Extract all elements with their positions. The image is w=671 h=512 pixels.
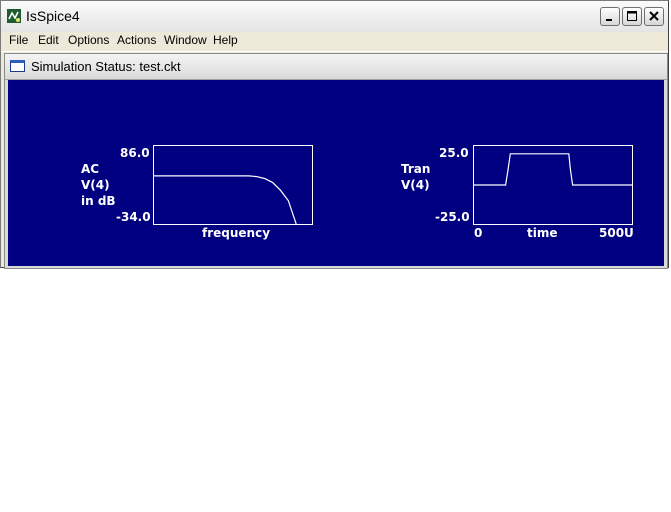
ac-label-line2: V(4) (81, 178, 110, 192)
ac-label-line1: AC (81, 162, 100, 176)
isspice-app-icon[interactable] (7, 9, 21, 23)
close-button[interactable] (644, 7, 664, 26)
maximize-button[interactable] (622, 7, 642, 26)
child-title-bar[interactable]: Simulation Status: test.ckt (5, 54, 667, 80)
menu-options[interactable]: Options (68, 33, 109, 47)
simulation-status-title: Simulation Status: test.ckt (31, 59, 181, 74)
tran-x-start: 0 (474, 226, 483, 240)
tran-y-max: 25.0 (439, 146, 469, 160)
tran-label-line1: Tran (401, 162, 431, 176)
ac-y-min: -34.0 (116, 210, 151, 224)
tran-x-end: 500U (599, 226, 634, 240)
minimize-icon (606, 19, 612, 21)
tran-plot (473, 145, 633, 225)
ac-plot (153, 145, 313, 225)
tran-trace (474, 153, 632, 186)
maximize-icon (627, 11, 637, 21)
status-panel: AC V(4) in dB 86.0 -34.0 frequency Tran … (8, 80, 664, 266)
tran-plot-area (474, 153, 632, 186)
tran-label-line2: V(4) (401, 178, 430, 192)
title-bar[interactable]: IsSpice4 (1, 1, 668, 33)
window-title: IsSpice4 (26, 8, 80, 24)
menu-file[interactable]: File (9, 33, 28, 47)
close-icon (649, 11, 659, 21)
ac-label-line3: in dB (81, 194, 116, 208)
menu-actions[interactable]: Actions (117, 33, 156, 47)
tran-x-label: time (527, 226, 558, 240)
menu-window[interactable]: Window (164, 33, 207, 47)
app-window: IsSpice4 File Edit Options Actions Windo… (0, 0, 669, 269)
menu-bar: File Edit Options Actions Window Help (1, 32, 668, 52)
ac-x-label: frequency (202, 226, 271, 240)
simulation-status-window: Simulation Status: test.ckt AC V(4) in d… (4, 53, 668, 269)
minimize-button[interactable] (600, 7, 620, 26)
ac-plot-area (154, 175, 297, 224)
ac-trace (154, 175, 297, 224)
menu-edit[interactable]: Edit (38, 33, 59, 47)
window-icon[interactable] (10, 60, 25, 72)
menu-help[interactable]: Help (213, 33, 238, 47)
tran-y-min: -25.0 (435, 210, 470, 224)
ac-y-max: 86.0 (120, 146, 150, 160)
